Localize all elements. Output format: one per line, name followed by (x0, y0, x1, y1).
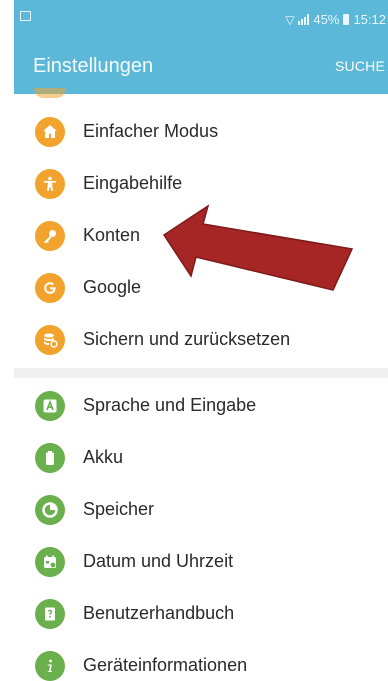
settings-item-language[interactable]: Sprache und Eingabe (14, 380, 388, 432)
settings-item-label: Eingabehilfe (83, 173, 183, 193)
settings-item-accessibility[interactable]: Eingabehilfe (14, 158, 388, 210)
backup-icon (35, 325, 65, 355)
settings-item-backup-reset[interactable]: Sichern und zurücksetzen (14, 314, 388, 366)
settings-item-date-time[interactable]: Datum und Uhrzeit (14, 536, 388, 588)
battery-percent: 45% (313, 12, 340, 27)
settings-item-label: Sprache und Eingabe (83, 395, 257, 415)
settings-item-battery[interactable]: Akku (14, 432, 388, 484)
manual-icon (35, 599, 65, 629)
google-icon (35, 273, 65, 303)
settings-item-user-manual[interactable]: Benutzerhandbuch (14, 588, 388, 640)
settings-item-label: Sichern und zurücksetzen (83, 329, 291, 349)
settings-item-accounts[interactable]: Konten (14, 210, 388, 262)
settings-item-label: Geräteinformationen (83, 655, 248, 675)
info-icon (35, 651, 65, 681)
signal-icon (298, 14, 310, 25)
status-bar: ▽ 45% 15:12 (14, 0, 388, 40)
settings-item-device-info[interactable]: Geräteinformationen (14, 640, 388, 681)
settings-item-label: Speicher (83, 499, 155, 519)
settings-item-label: Akku (83, 447, 124, 467)
settings-item-google[interactable]: Google (14, 262, 388, 314)
settings-item-label: Google (83, 277, 142, 297)
easy-mode-icon (35, 117, 65, 147)
phone-screen: ▽ 45% 15:12 Einstellungen SUCHE Einfache… (14, 0, 388, 681)
settings-item-label: Konten (83, 225, 141, 245)
accessibility-icon (35, 169, 65, 199)
settings-item-label: Benutzerhandbuch (83, 603, 235, 623)
page-title: Einstellungen (33, 55, 154, 77)
settings-item-label: Datum und Uhrzeit (83, 551, 234, 571)
battery-icon (35, 443, 65, 473)
battery-icon (343, 14, 350, 25)
settings-item-storage[interactable]: Speicher (14, 484, 388, 536)
partial-item-icon (34, 88, 66, 98)
app-bar: Einstellungen SUCHE (14, 40, 388, 94)
settings-item-label: Einfacher Modus (83, 121, 219, 141)
calendar-icon (35, 547, 65, 577)
wifi-icon: ▽ (285, 12, 295, 27)
notification-icon (20, 11, 31, 21)
status-right: ▽ 45% 15:12 (285, 12, 386, 27)
group-divider (14, 368, 388, 378)
clock: 15:12 (353, 12, 386, 27)
language-icon (35, 391, 65, 421)
storage-icon (35, 495, 65, 525)
search-button[interactable]: SUCHE (335, 58, 385, 74)
settings-item-easy-mode[interactable]: Einfacher Modus (14, 106, 388, 158)
key-icon (35, 221, 65, 251)
